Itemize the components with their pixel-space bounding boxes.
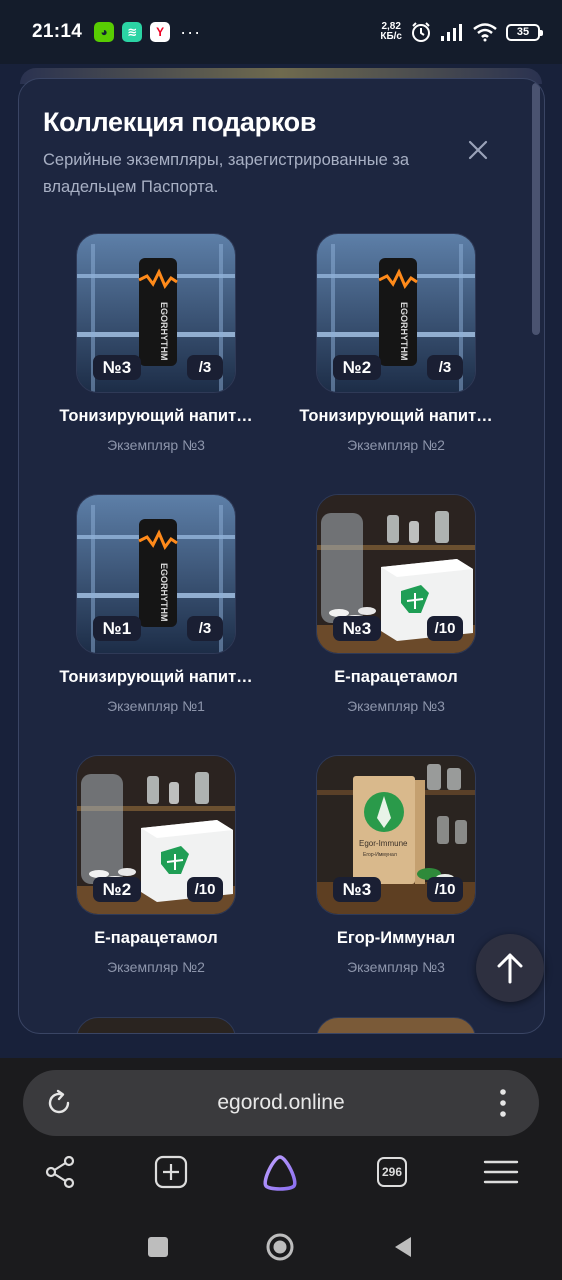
serial-number-badge: №3 — [93, 355, 141, 380]
modal-title: Коллекция подарков — [43, 107, 317, 137]
gift-title: Е-парацетамол — [94, 929, 218, 947]
back-triangle-icon — [395, 1237, 411, 1257]
home-button[interactable] — [265, 1232, 295, 1262]
network-speed: 2,82 КБ/с — [380, 22, 402, 42]
share-button[interactable] — [40, 1152, 80, 1192]
signal-icon — [441, 24, 462, 41]
serial-total-badge: /3 — [187, 355, 223, 380]
yandex-app-icon: Y — [150, 22, 171, 42]
arrow-up-icon — [497, 953, 523, 984]
energy-drink-thumbnail: EGORHYTHM №1 /3 — [76, 494, 236, 654]
gift-serial-label: Экземпляр №2 — [347, 437, 445, 453]
svg-text:EGORHYTHM: EGORHYTHM — [159, 302, 169, 361]
scroll-to-top-button[interactable] — [476, 934, 544, 1002]
browser-bar: egorod.online 296 — [0, 1058, 562, 1280]
serial-total-badge: /3 — [427, 355, 463, 380]
energy-drink-thumbnail: EGORHYTHM №3 /3 — [76, 233, 236, 393]
layers-app-icon: ≋ — [122, 22, 143, 42]
gift-grid: EGORHYTHM №3 /3 Тонизирующий напит… Экзе… — [19, 233, 544, 1033]
gift-serial-label: Экземпляр №2 — [107, 959, 205, 975]
serial-number-badge: №2 — [93, 877, 141, 902]
gift-thumbnail — [316, 1017, 476, 1033]
gift-title: Тонизирующий напит… — [299, 407, 493, 425]
hamburger-icon — [483, 1160, 519, 1184]
svg-text:EGORHYTHM: EGORHYTHM — [399, 302, 409, 361]
gift-card[interactable]: EGORHYTHM №1 /3 Тонизирующий напит… Экзе… — [19, 494, 259, 734]
tabs-button[interactable]: 296 — [372, 1152, 412, 1192]
close-button[interactable] — [465, 137, 491, 163]
gift-collection-modal: Коллекция подарков Серийные экземпляры, … — [18, 78, 545, 1034]
gift-card[interactable]: EGORHYTHM №2 /3 Тонизирующий напит… Экзе… — [259, 233, 499, 473]
svg-text:Егор-Иммунал: Егор-Иммунал — [363, 852, 397, 858]
alarm-icon — [412, 22, 430, 42]
new-tab-button[interactable] — [151, 1152, 191, 1192]
gift-title: Тонизирующий напит… — [59, 668, 253, 686]
notification-icons: ◕ ≋ Y ··· — [94, 22, 201, 43]
gift-card[interactable]: №3 /10 Е-парацетамол Экземпляр №3 — [259, 494, 499, 734]
serial-number-badge: №3 — [333, 616, 381, 641]
duolingo-app-icon: ◕ — [94, 22, 115, 42]
gift-card[interactable]: №2 /10 Е-парацетамол Экземпляр №2 — [19, 755, 259, 995]
paracetamol-thumbnail: №2 /10 — [76, 755, 236, 915]
gift-card[interactable]: Egor-Immune Егор-Иммунал №3 /10 Егор-Имм… — [259, 755, 499, 995]
close-icon — [468, 140, 488, 160]
gift-title: Е-парацетамол — [334, 668, 458, 686]
address-bar[interactable]: egorod.online — [23, 1070, 539, 1136]
home-circle-icon — [266, 1233, 294, 1261]
tabs-count-icon: 296 — [377, 1157, 407, 1187]
url-text[interactable]: egorod.online — [23, 1070, 539, 1136]
svg-text:EGORHYTHM: EGORHYTHM — [159, 563, 169, 622]
serial-total-badge: /10 — [187, 877, 223, 902]
status-time: 21:14 — [32, 21, 83, 42]
gift-card[interactable]: EGORHYTHM №3 /3 Тонизирующий напит… Экзе… — [19, 233, 259, 473]
gift-thumbnail — [76, 1017, 236, 1033]
battery-icon: 35 — [506, 23, 543, 41]
gift-serial-label: Экземпляр №3 — [107, 437, 205, 453]
serial-total-badge: /3 — [187, 616, 223, 641]
serial-total-badge: /10 — [427, 877, 463, 902]
wifi-icon — [473, 23, 497, 42]
status-bar: 21:14 ◕ ≋ Y ··· 2,82 КБ/с 35 — [0, 0, 562, 64]
immunal-thumbnail: Egor-Immune Егор-Иммунал №3 /10 — [316, 755, 476, 915]
energy-drink-thumbnail: EGORHYTHM №2 /3 — [316, 233, 476, 393]
gift-card-partial[interactable] — [259, 1017, 499, 1033]
gift-card-partial[interactable] — [19, 1017, 259, 1033]
recents-button[interactable] — [143, 1232, 173, 1262]
square-icon — [148, 1237, 168, 1257]
serial-number-badge: №2 — [333, 355, 381, 380]
menu-button[interactable] — [481, 1152, 521, 1192]
alice-icon — [263, 1155, 297, 1191]
share-icon — [45, 1155, 75, 1189]
paracetamol-thumbnail: №3 /10 — [316, 494, 476, 654]
gift-title: Тонизирующий напит… — [59, 407, 253, 425]
back-button[interactable] — [388, 1232, 418, 1262]
serial-total-badge: /10 — [427, 616, 463, 641]
network-speed-unit: КБ/с — [380, 31, 402, 42]
svg-text:Egor-Immune: Egor-Immune — [359, 839, 408, 848]
alice-assistant-button[interactable] — [260, 1152, 300, 1192]
more-notifications-icon: ··· — [180, 21, 202, 42]
modal-subtitle: Серийные экземпляры, зарегистрированные … — [43, 151, 410, 196]
serial-number-badge: №1 — [93, 616, 141, 641]
gift-serial-label: Экземпляр №1 — [107, 698, 205, 714]
gift-serial-label: Экземпляр №3 — [347, 698, 445, 714]
more-options-icon[interactable] — [499, 1088, 507, 1118]
plus-square-icon — [154, 1155, 188, 1189]
serial-number-badge: №3 — [333, 877, 381, 902]
